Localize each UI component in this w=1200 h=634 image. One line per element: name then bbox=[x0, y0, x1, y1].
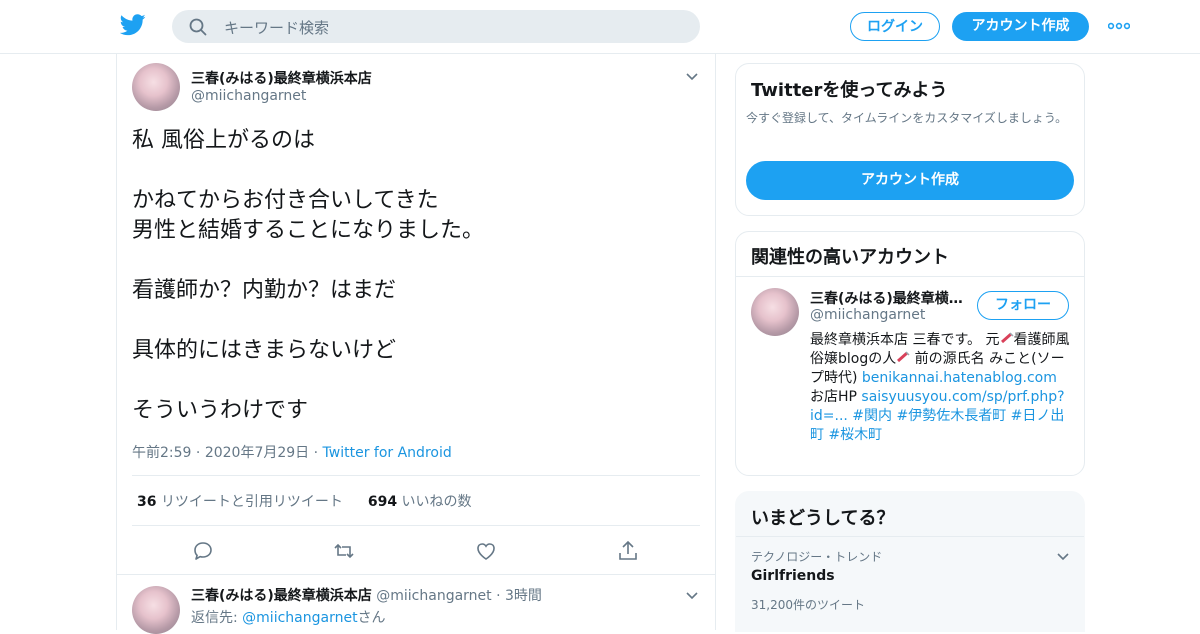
reply-author-handle[interactable]: @miichangarnet bbox=[376, 588, 491, 604]
tweet-line bbox=[132, 246, 692, 276]
signup-button[interactable]: アカウント作成 bbox=[952, 12, 1089, 41]
avatar[interactable] bbox=[132, 63, 180, 111]
retweet-count[interactable]: 36 bbox=[137, 494, 156, 510]
divider bbox=[132, 525, 700, 526]
tweet-column: 三春(みはる)最終章横浜本店 @miichangarnet 私 風俗上がるのは … bbox=[116, 53, 716, 634]
like-label[interactable]: いいねの数 bbox=[402, 494, 472, 510]
like-count[interactable]: 694 bbox=[368, 494, 397, 510]
trends-card: いまどうしてる？ テクノロジー・トレンド Girlfriends 31,200件… bbox=[735, 491, 1085, 632]
tweet-author-handle[interactable]: @miichangarnet bbox=[191, 88, 306, 104]
syringe-emoji-icon bbox=[1000, 332, 1014, 344]
related-account-name[interactable]: 三春(みはる)最終章横浜本店 bbox=[810, 288, 970, 308]
divider bbox=[132, 475, 700, 476]
bio-link-blog[interactable]: benikannai.hatenablog.com bbox=[862, 370, 1057, 386]
chevron-down-icon[interactable] bbox=[1056, 552, 1070, 562]
signup-card-title: Twitterを使ってみよう bbox=[751, 80, 948, 101]
login-button[interactable]: ログイン bbox=[850, 12, 940, 41]
tweet-line bbox=[132, 156, 692, 186]
bio-hashtags[interactable]: #関内 #伊勢佐木長者町 #日ノ出町 #桜木町 bbox=[810, 408, 1064, 443]
tweet-line: 男性と結婚することになりました。 bbox=[132, 218, 485, 243]
avatar[interactable] bbox=[132, 586, 180, 634]
tweet-line bbox=[132, 366, 692, 396]
tweet-time[interactable]: 午前2:59 bbox=[132, 445, 191, 461]
tweet-line bbox=[132, 306, 692, 336]
top-navigation-bar: キーワード検索 ログイン アカウント作成 bbox=[0, 0, 1200, 54]
tweet-metadata: 午前2:59 · 2020年7月29日 · Twitter for Androi… bbox=[132, 445, 452, 461]
tweet-line: 具体的にはきまらないけど bbox=[132, 338, 397, 363]
related-account-handle[interactable]: @miichangarnet bbox=[810, 307, 925, 323]
reply-author-name[interactable]: 三春(みはる)最終章横浜本店 bbox=[191, 588, 372, 604]
chevron-down-icon[interactable] bbox=[685, 72, 699, 82]
tweet-date[interactable]: 2020年7月29日 bbox=[205, 445, 309, 461]
create-account-button[interactable]: アカウント作成 bbox=[746, 161, 1074, 200]
search-bar[interactable]: キーワード検索 bbox=[172, 10, 700, 43]
chevron-down-icon[interactable] bbox=[685, 591, 699, 601]
tweet-line: 私 風俗上がるのは bbox=[132, 128, 315, 153]
like-heart-icon[interactable] bbox=[475, 540, 497, 562]
trend-tweet-count: 31,200件のツイート bbox=[751, 598, 865, 612]
tweet-text: 私 風俗上がるのは かねてからお付き合いしてきた 男性と結婚することになりました… bbox=[132, 126, 692, 426]
related-accounts-card: 関連性の高いアカウント 三春(みはる)最終章横浜本店 @miichangarne… bbox=[735, 231, 1085, 476]
divider bbox=[117, 574, 715, 575]
search-input[interactable]: キーワード検索 bbox=[224, 17, 329, 38]
tweet-line: そういうわけです bbox=[132, 398, 309, 423]
related-accounts-title: 関連性の高いアカウント bbox=[751, 247, 949, 268]
reply-to-line: 返信先: @miichangarnetさん bbox=[191, 610, 386, 626]
tweet-source-link[interactable]: Twitter for Android bbox=[323, 445, 452, 461]
avatar[interactable] bbox=[751, 288, 799, 336]
twitter-bird-logo-icon[interactable] bbox=[120, 14, 146, 36]
reply-icon[interactable] bbox=[192, 540, 214, 562]
retweet-icon[interactable] bbox=[333, 540, 355, 562]
trend-category: テクノロジー・トレンド bbox=[751, 550, 883, 564]
tweet-line: かねてからお付き合いしてきた bbox=[132, 188, 439, 213]
divider bbox=[736, 276, 1084, 277]
follow-button[interactable]: フォロー bbox=[977, 291, 1069, 320]
reply-header: 三春(みはる)最終章横浜本店 @miichangarnet · 3時間 bbox=[191, 588, 542, 604]
tweet-stats: 36 リツイートと引用リツイート 694 いいねの数 bbox=[137, 491, 472, 511]
tweet-line: 看護師か？内勤か？はまだ bbox=[132, 278, 397, 303]
signup-card: Twitterを使ってみよう 今すぐ登録して、タイムラインをカスタマイズしましょ… bbox=[735, 63, 1085, 216]
reply-to-handle-link[interactable]: @miichangarnet bbox=[242, 610, 357, 626]
tweet-author-name[interactable]: 三春(みはる)最終章横浜本店 bbox=[191, 68, 372, 88]
signup-card-description: 今すぐ登録して、タイムラインをカスタマイズしましょう。 bbox=[746, 111, 1068, 125]
share-icon[interactable] bbox=[617, 540, 639, 562]
trends-title: いまどうしてる？ bbox=[751, 508, 895, 529]
related-account-bio: 最終章横浜本店 三春です。 元看護師風俗嬢blogの人 前の源氏名 みこと(ソー… bbox=[810, 332, 1070, 443]
syringe-emoji-icon bbox=[897, 351, 910, 363]
retweet-label[interactable]: リツイートと引用リツイート bbox=[161, 494, 343, 510]
search-icon bbox=[189, 18, 207, 36]
more-options-icon[interactable] bbox=[1108, 22, 1130, 30]
trend-topic[interactable]: Girlfriends bbox=[751, 568, 835, 584]
divider bbox=[736, 536, 1084, 537]
reply-timestamp[interactable]: 3時間 bbox=[505, 588, 542, 604]
